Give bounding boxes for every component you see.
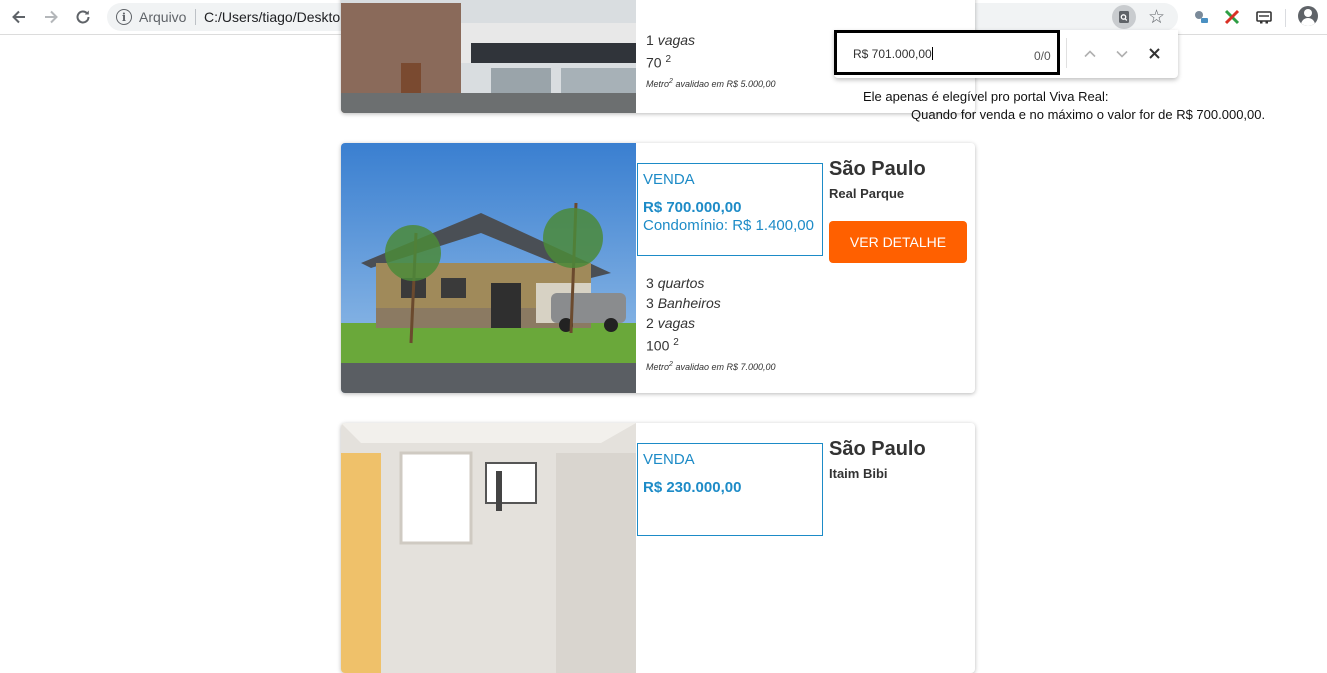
listing-features: 3 quartos 3 Banheiros 2 vagas 100 2 Metr… [646, 273, 776, 373]
profile-icon[interactable] [1298, 6, 1318, 26]
info-icon[interactable]: i [116, 9, 132, 25]
extension-icon[interactable] [1190, 6, 1212, 28]
listing-district: Real Parque [829, 186, 905, 201]
find-in-page-icon[interactable] [1112, 5, 1136, 29]
find-input-highlight: R$ 701.000,00 0/0 [834, 30, 1060, 75]
listing-photo[interactable] [341, 143, 636, 393]
listing-city: São Paulo [829, 438, 926, 460]
ver-detalhe-button[interactable]: VER DETALHE [829, 221, 967, 263]
listing-photo[interactable] [341, 423, 636, 673]
find-bar: R$ 701.000,00 0/0 [834, 30, 1178, 78]
chevron-up-icon[interactable] [1080, 44, 1100, 64]
text-caret [931, 47, 933, 60]
chevron-down-icon[interactable] [1112, 44, 1132, 64]
cast-icon[interactable] [1253, 6, 1275, 28]
listing-district: Itaim Bibi [829, 466, 888, 481]
metro-price: Metro2 avalidao em R$ 5.000,00 [646, 77, 776, 89]
forward-arrow-icon[interactable] [40, 6, 62, 28]
metro-price: Metro2 avalidao em R$ 7.000,00 [646, 360, 776, 372]
toolbar-separator [1285, 9, 1286, 27]
area-info: 100 2 [646, 337, 679, 354]
find-match-count: 0/0 [1034, 49, 1051, 63]
price-box: VENDA R$ 700.000,00 Condomínio: R$ 1.400… [637, 163, 823, 256]
find-divider [1066, 38, 1067, 68]
listing-features: 1 vagas 70 2 Metro2 avalidao em R$ 5.000… [646, 30, 776, 90]
listing-type: VENDA [643, 171, 695, 188]
reload-icon[interactable] [72, 6, 94, 28]
close-icon[interactable] [1144, 43, 1164, 63]
listing-photo[interactable] [341, 0, 636, 113]
area-info: 70 2 [646, 54, 672, 71]
address-separator [195, 9, 196, 25]
listing-card: VENDA R$ 230.000,00 São Paulo Itaim Bibi [341, 423, 975, 673]
back-arrow-icon[interactable] [8, 6, 30, 28]
parking-info: 1 vagas [646, 32, 696, 48]
annotation-line-1: Ele apenas é elegível pro portal Viva Re… [863, 89, 1109, 104]
find-input[interactable]: R$ 701.000,00 [853, 47, 933, 61]
listing-price: R$ 230.000,00 [643, 479, 742, 496]
bedrooms-info: 3 quartos [646, 275, 705, 291]
listing-card: VENDA R$ 700.000,00 Condomínio: R$ 1.400… [341, 143, 975, 393]
listing-price: R$ 700.000,00 [643, 199, 742, 216]
listing-type: VENDA [643, 451, 695, 468]
scheme-label: Arquivo [139, 9, 187, 25]
parking-info: 2 vagas [646, 315, 696, 331]
listing-city: São Paulo [829, 158, 926, 180]
star-icon[interactable]: ☆ [1148, 6, 1165, 29]
annotation-line-2: Quando for venda e no máximo o valor for… [911, 107, 1266, 122]
bathrooms-info: 3 Banheiros [646, 295, 721, 311]
price-box: VENDA R$ 230.000,00 [637, 443, 823, 536]
puzzle-x-icon[interactable] [1221, 6, 1243, 28]
condo-fee: Condomínio: R$ 1.400,00 [643, 217, 814, 234]
